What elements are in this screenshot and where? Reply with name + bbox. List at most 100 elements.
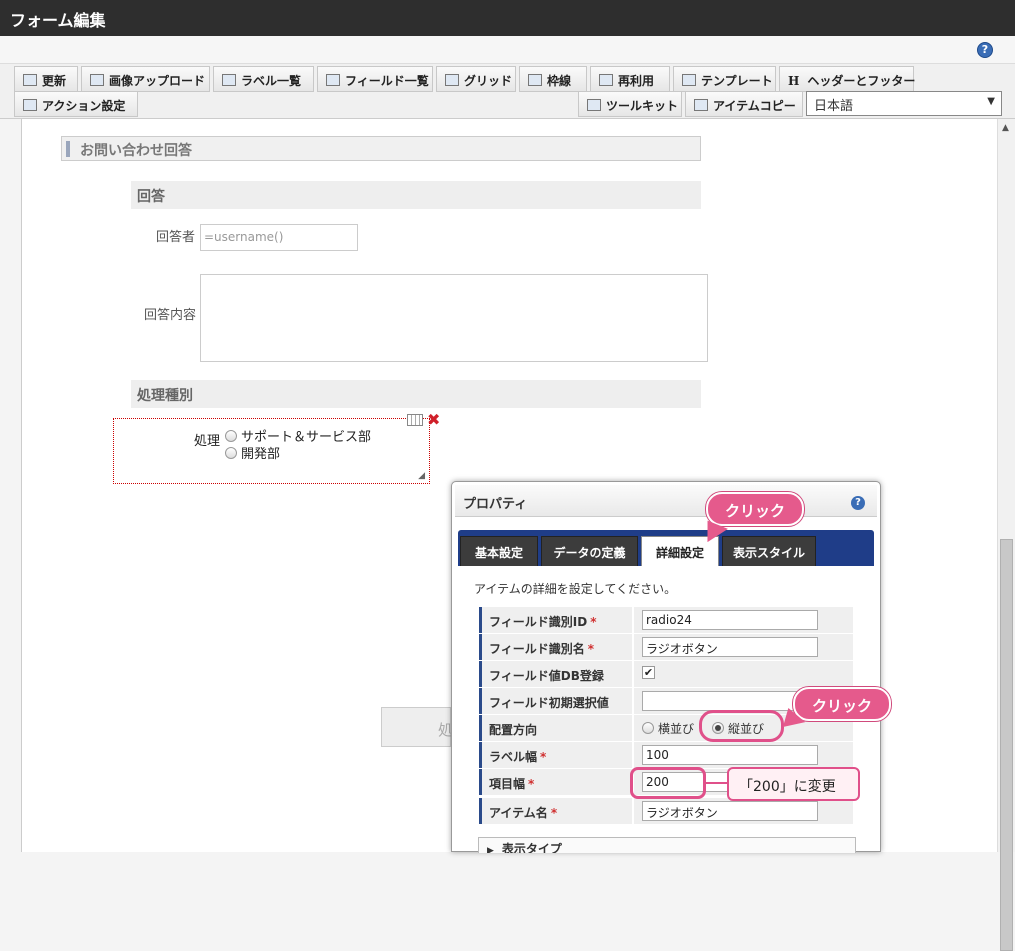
properties-title: プロパティ ?	[455, 485, 877, 517]
item-copy-label: アイテムコピー	[713, 99, 796, 113]
radio-option-2[interactable]: 開発部	[225, 443, 280, 462]
grid-icon[interactable]	[407, 414, 423, 426]
highlight-ring-vertical	[699, 710, 784, 742]
resize-handle-icon[interactable]: ◢	[418, 471, 425, 481]
scroll-thumb[interactable]	[1000, 539, 1013, 951]
item-name-input[interactable]: ラジオボタン	[642, 801, 818, 821]
radio-option-2-label: 開発部	[241, 447, 281, 462]
toolbox-icon	[587, 99, 601, 111]
radio-circle	[225, 447, 237, 459]
initial-value-label: フィールド初期選択値	[479, 688, 632, 714]
responder-label: 回答者	[155, 230, 195, 245]
action-settings-button[interactable]: アクション設定	[14, 91, 138, 117]
content-textarea[interactable]	[200, 274, 708, 362]
item-width-label-text: 項目幅	[489, 777, 526, 791]
orientation-horizontal[interactable]: 横並び	[642, 720, 694, 737]
help-icon[interactable]: ?	[851, 496, 865, 510]
callout-click-radio: クリック	[793, 687, 891, 721]
update-button[interactable]: 更新	[14, 66, 78, 92]
item-copy-button[interactable]: アイテムコピー	[685, 91, 803, 117]
radio-circle	[225, 430, 237, 442]
tab-basic[interactable]: 基本設定	[460, 536, 538, 566]
required-mark: *	[587, 642, 595, 656]
action-icon	[23, 99, 37, 111]
header-icon: H	[788, 74, 800, 88]
image-icon	[90, 74, 104, 86]
row-field-name: フィールド識別名 * ラジオボタン	[479, 634, 853, 660]
field-name-input[interactable]: ラジオボタン	[642, 637, 818, 657]
image-upload-button[interactable]: 画像アップロード	[81, 66, 210, 92]
radio-item[interactable]: 処理 サポート＆サービス部 開発部 ◢	[113, 418, 430, 484]
required-mark: *	[528, 777, 535, 791]
label-width-cell: 100	[634, 742, 853, 768]
toolbox-icon	[694, 99, 708, 111]
connector-line	[706, 782, 727, 784]
border-button[interactable]: 枠線	[519, 66, 587, 92]
field-id-input[interactable]: radio24	[642, 610, 818, 630]
field-id-cell: radio24	[634, 607, 853, 633]
reuse-button[interactable]: 再利用	[590, 66, 670, 92]
display-type-label: 表示タイプ	[501, 842, 562, 853]
toolkit-button[interactable]: ツールキット	[578, 91, 682, 117]
orientation-horizontal-label: 横並び	[658, 722, 695, 736]
callout-click-tab: クリック	[706, 492, 804, 526]
row-item-name: アイテム名 * ラジオボタン	[479, 798, 853, 824]
item-name-label: アイテム名 *	[479, 798, 632, 824]
grid-icon	[445, 74, 459, 86]
responder-input[interactable]: =username()	[200, 224, 358, 251]
required-mark: *	[540, 750, 547, 764]
vertical-scrollbar[interactable]: ▲	[997, 119, 1015, 951]
border-icon	[528, 74, 542, 86]
window-title: フォーム編集	[0, 0, 1015, 36]
field-list-button[interactable]: フィールド一覧	[317, 66, 433, 92]
help-icon[interactable]: ?	[977, 42, 993, 58]
template-icon	[682, 74, 696, 86]
note-width-change: 「200」に変更	[727, 767, 860, 801]
field-id-label: フィールド識別ID *	[479, 607, 632, 633]
db-register-label: フィールド値DB登録	[479, 661, 632, 687]
section-title: お問い合わせ回答	[61, 136, 701, 161]
help-bar: ?	[0, 36, 1015, 64]
grid-button[interactable]: グリッド	[436, 66, 516, 92]
item-name-cell: ラジオボタン	[634, 798, 853, 824]
item-name-label-text: アイテム名	[489, 806, 548, 820]
display-type-section[interactable]: ▶ 表示タイプ	[478, 837, 856, 853]
action-settings-label: アクション設定	[42, 99, 126, 113]
border-label: 枠線	[547, 74, 572, 88]
field-id-label-text: フィールド識別ID	[489, 615, 588, 629]
image-upload-label: 画像アップロード	[109, 74, 206, 88]
update-label: 更新	[42, 74, 67, 88]
label-width-label-text: ラベル幅	[489, 750, 538, 764]
properties-tabs: 基本設定 データの定義 詳細設定 表示スタイル	[458, 530, 874, 566]
db-register-cell: ✔	[634, 661, 853, 687]
row-db-register: フィールド値DB登録 ✔	[479, 661, 853, 687]
header-footer-label: ヘッダーとフッター	[807, 74, 916, 88]
tab-data-definition[interactable]: データの定義	[541, 536, 638, 566]
required-mark: *	[590, 615, 597, 629]
field-name-label-text: フィールド識別名	[489, 642, 585, 656]
content-label: 回答内容	[143, 308, 196, 323]
initial-value-input[interactable]	[642, 691, 818, 711]
radio-circle	[642, 722, 654, 734]
list-icon	[222, 74, 236, 86]
label-width-input[interactable]: 100	[642, 745, 818, 765]
copy-icon	[599, 74, 613, 86]
close-icon[interactable]: ✖	[427, 410, 440, 429]
scroll-up-icon[interactable]: ▲	[1002, 123, 1009, 133]
template-button[interactable]: テンプレート	[673, 66, 776, 92]
grid-label: グリッド	[464, 74, 513, 88]
label-list-button[interactable]: ラベル一覧	[213, 66, 314, 92]
properties-description: アイテムの詳細を設定してください。	[474, 582, 677, 596]
language-select[interactable]: 日本語 ▼	[806, 91, 1002, 116]
toolkit-label: ツールキット	[606, 99, 679, 113]
db-register-checkbox[interactable]: ✔	[642, 666, 655, 679]
sub-header-answer: 回答	[131, 181, 701, 209]
item-width-label: 項目幅 *	[479, 769, 632, 795]
orientation-label: 配置方向	[479, 715, 632, 741]
action-button[interactable]: 処	[381, 707, 453, 747]
field-list-label: フィールド一覧	[345, 74, 429, 88]
tab-display-style[interactable]: 表示スタイル	[722, 536, 816, 566]
field-name-label: フィールド識別名 *	[479, 634, 632, 660]
row-field-id: フィールド識別ID * radio24	[479, 607, 853, 633]
header-footer-button[interactable]: H ヘッダーとフッター	[779, 66, 916, 92]
